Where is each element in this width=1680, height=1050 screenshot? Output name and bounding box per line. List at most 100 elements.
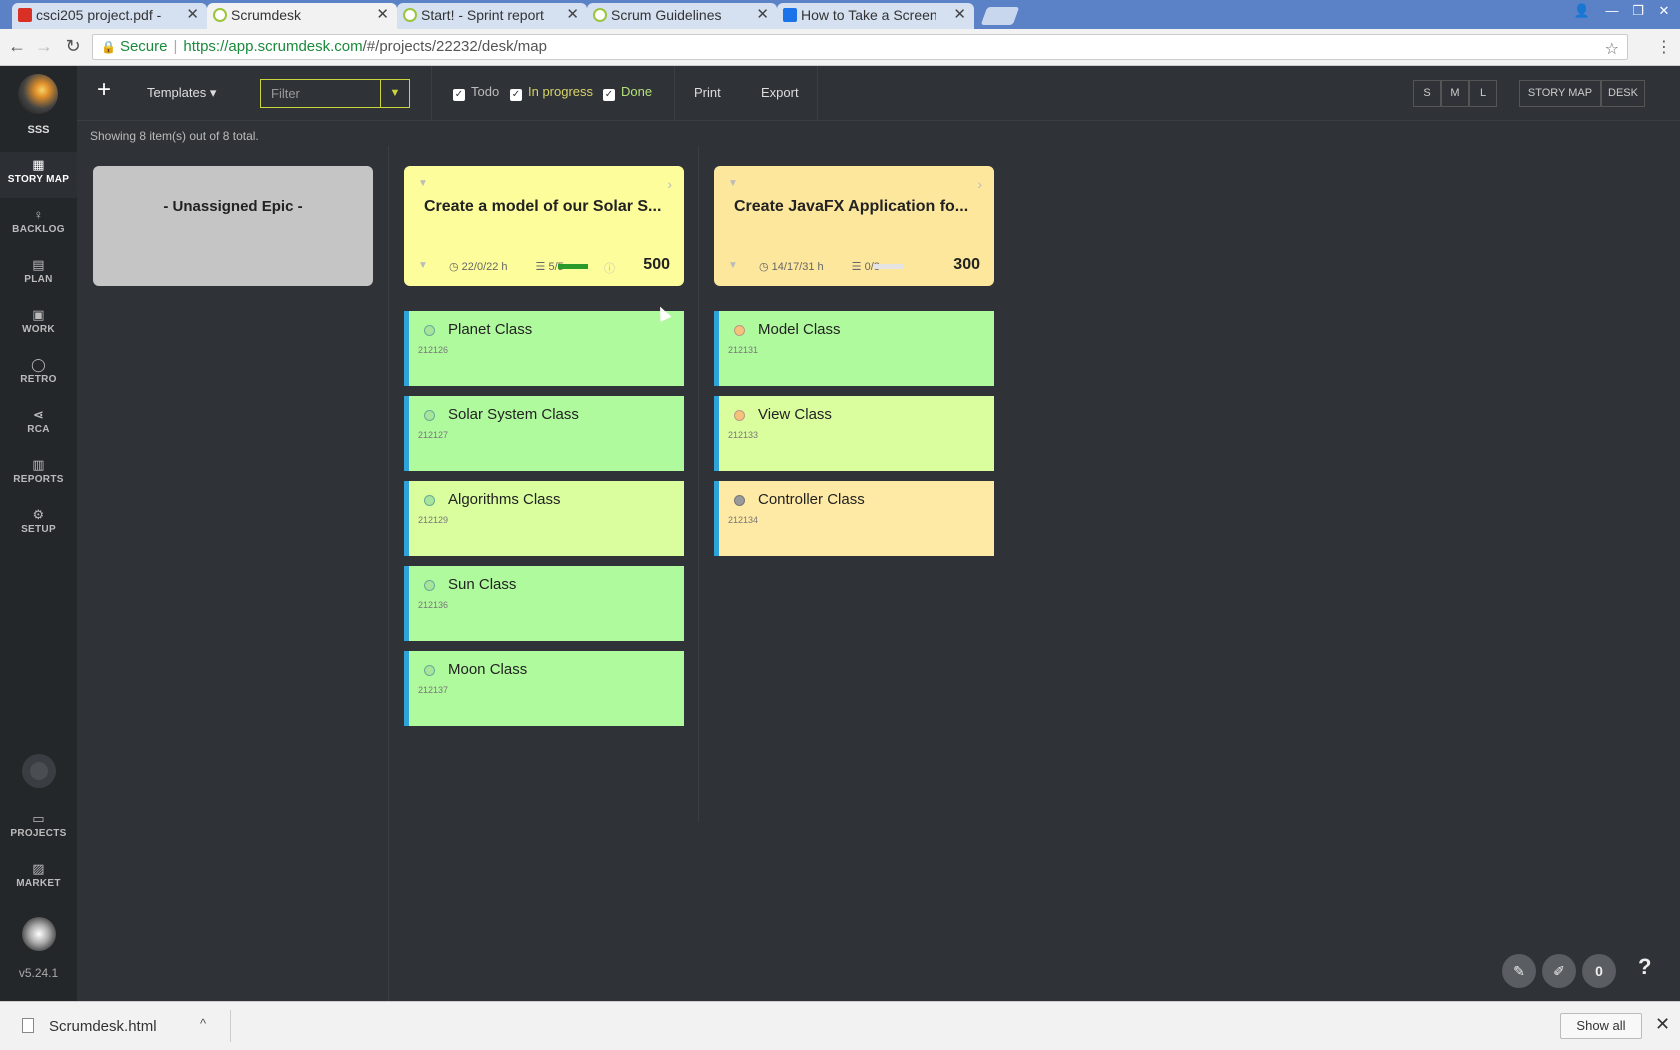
in-progress-checkbox[interactable]: ✓ In progress xyxy=(510,84,593,101)
help-button[interactable]: ? xyxy=(1638,954,1651,980)
sidebar-item-projects[interactable]: ▭ PROJECTS xyxy=(0,806,77,852)
size-s-button[interactable]: S xyxy=(1413,80,1441,107)
epic-card-unassigned[interactable]: - Unassigned Epic - xyxy=(93,166,373,286)
show-all-button[interactable]: Show all xyxy=(1560,1013,1642,1039)
forward-icon[interactable]: → xyxy=(33,35,55,57)
size-m-button[interactable]: M xyxy=(1441,80,1469,107)
briefcase-icon: ▣ xyxy=(32,307,45,322)
epic-card[interactable]: ▼ › Create a model of our Solar S... ▼ ◷… xyxy=(404,166,684,286)
restore-icon[interactable]: ❐ xyxy=(1626,4,1650,20)
chevron-down-icon[interactable]: ▼ xyxy=(728,178,738,189)
print-button[interactable]: Print xyxy=(694,85,721,100)
browser-tab-sprint-report[interactable]: Start! - Sprint report ✕ xyxy=(397,3,587,29)
chevron-down-icon[interactable]: ▼ xyxy=(418,178,428,189)
checkbox-icon: ✓ xyxy=(453,89,465,101)
chevron-right-icon[interactable]: › xyxy=(667,176,672,192)
browser-menu-icon[interactable]: ⋮ xyxy=(1656,37,1672,57)
scrumdesk-app: SSS ▦ STORY MAP ♀ BACKLOG ▤ PLAN ▣ WORK … xyxy=(0,66,1680,1001)
sidebar-item-retro[interactable]: ◯ RETRO xyxy=(0,352,77,398)
story-name: Algorithms Class xyxy=(448,491,561,508)
chevron-up-icon[interactable]: ^ xyxy=(200,1016,206,1031)
grid-icon: ▦ xyxy=(32,157,45,172)
minimize-icon[interactable]: — xyxy=(1600,4,1624,20)
chevron-right-icon[interactable]: › xyxy=(977,176,982,192)
add-button[interactable]: + xyxy=(97,76,111,104)
epic-card[interactable]: ▼ › Create JavaFX Application fo... ▼ ◷ … xyxy=(714,166,994,286)
back-icon[interactable]: ← xyxy=(6,35,28,57)
secure-label: Secure xyxy=(119,38,168,55)
close-icon[interactable]: ✕ xyxy=(756,3,769,27)
new-tab-button[interactable] xyxy=(980,7,1020,25)
epic-time: ◷ 14/17/31 h xyxy=(759,261,824,273)
profile-icon[interactable]: 👤 xyxy=(1570,4,1594,20)
scrumdesk-favicon-icon xyxy=(213,8,227,22)
export-button[interactable]: Export xyxy=(761,85,799,100)
project-logo[interactable] xyxy=(18,74,58,114)
chevron-down-icon[interactable]: ▼ xyxy=(728,260,738,271)
sidebar-item-label: SETUP xyxy=(21,524,56,535)
close-icon[interactable]: ✕ xyxy=(566,3,579,27)
sidebar-item-label: PLAN xyxy=(24,274,53,285)
story-id: 212133 xyxy=(728,430,759,440)
sidebar-item-label: MARKET xyxy=(16,878,61,889)
status-dot xyxy=(424,410,435,421)
sidebar-item-rca[interactable]: ⋖ RCA xyxy=(0,402,77,448)
divider xyxy=(674,66,675,121)
desk-view-button[interactable]: DESK xyxy=(1601,80,1645,107)
story-map-view-button[interactable]: STORY MAP xyxy=(1519,80,1601,107)
story-card[interactable]: Model Class 212131 xyxy=(714,311,994,386)
sidebar-item-story-map[interactable]: ▦ STORY MAP xyxy=(0,152,77,198)
story-card[interactable]: View Class 212133 xyxy=(714,396,994,471)
checkbox-icon: ✓ xyxy=(510,89,522,101)
sidebar-item-backlog[interactable]: ♀ BACKLOG xyxy=(0,202,77,248)
story-card[interactable]: Algorithms Class 212129 xyxy=(404,481,684,556)
close-icon[interactable]: ✕ xyxy=(1655,1014,1670,1035)
toggle-icon[interactable] xyxy=(22,754,56,788)
chevron-down-icon[interactable]: ▼ xyxy=(418,260,428,271)
reload-icon[interactable]: ↻ xyxy=(62,35,84,57)
filter-dropdown-button[interactable]: ▼ xyxy=(380,79,410,108)
close-icon[interactable]: ✕ xyxy=(376,3,389,27)
templates-dropdown[interactable]: Templates ▾ xyxy=(147,85,216,101)
tag-icon[interactable]: ✎ xyxy=(1502,954,1536,988)
epic-progress-bar xyxy=(558,264,588,269)
list-icon: ▤ xyxy=(32,257,45,272)
edit-icon[interactable]: ✐ xyxy=(1542,954,1576,988)
browser-tab-screenshot[interactable]: How to Take a Screen ✕ xyxy=(777,3,974,29)
bookmark-star-icon[interactable]: ☆ xyxy=(1605,38,1619,62)
info-icon[interactable]: ⓘ xyxy=(604,260,615,276)
close-window-icon[interactable]: ✕ xyxy=(1652,4,1676,20)
sidebar-item-market[interactable]: ▨ MARKET xyxy=(0,856,77,902)
close-icon[interactable]: ✕ xyxy=(186,3,199,27)
sidebar-item-reports[interactable]: ▥ REPORTS xyxy=(0,452,77,498)
scrumdesk-favicon-icon xyxy=(593,8,607,22)
avatar[interactable] xyxy=(22,917,56,951)
sidebar-item-work[interactable]: ▣ WORK xyxy=(0,302,77,348)
divider xyxy=(230,1010,231,1042)
done-checkbox[interactable]: ✓ Done xyxy=(603,84,652,101)
story-card[interactable]: Planet Class 212126 xyxy=(404,311,684,386)
download-filename[interactable]: Scrumdesk.html xyxy=(49,1018,157,1035)
todo-checkbox[interactable]: ✓ Todo xyxy=(453,84,499,101)
notification-count[interactable]: 0 xyxy=(1582,954,1616,988)
status-dot xyxy=(424,325,435,336)
browser-tab-scrum-guidelines[interactable]: Scrum Guidelines ✕ xyxy=(587,3,777,29)
lock-icon: 🔒 xyxy=(101,40,116,54)
story-id: 212126 xyxy=(418,345,449,355)
chat-icon: ◯ xyxy=(31,357,46,372)
sidebar-item-plan[interactable]: ▤ PLAN xyxy=(0,252,77,298)
divider xyxy=(431,66,432,121)
sidebar-item-setup[interactable]: ⚙ SETUP xyxy=(0,502,77,548)
story-card[interactable]: Sun Class 212136 xyxy=(404,566,684,641)
browser-tab-pdf[interactable]: csci205 project.pdf - ✕ xyxy=(12,3,207,29)
browser-tab-scrumdesk[interactable]: Scrumdesk ✕ xyxy=(207,3,397,29)
size-l-button[interactable]: L xyxy=(1469,80,1497,107)
story-name: View Class xyxy=(758,406,832,423)
close-icon[interactable]: ✕ xyxy=(953,3,966,27)
url-input[interactable]: 🔒 Secure | https://app.scrumdesk.com/#/proj… xyxy=(92,34,1628,60)
status-dot xyxy=(424,580,435,591)
lane-divider xyxy=(388,146,389,1001)
story-card[interactable]: Controller Class 212134 xyxy=(714,481,994,556)
story-card[interactable]: Solar System Class 212127 xyxy=(404,396,684,471)
story-card[interactable]: Moon Class 212137 xyxy=(404,651,684,726)
